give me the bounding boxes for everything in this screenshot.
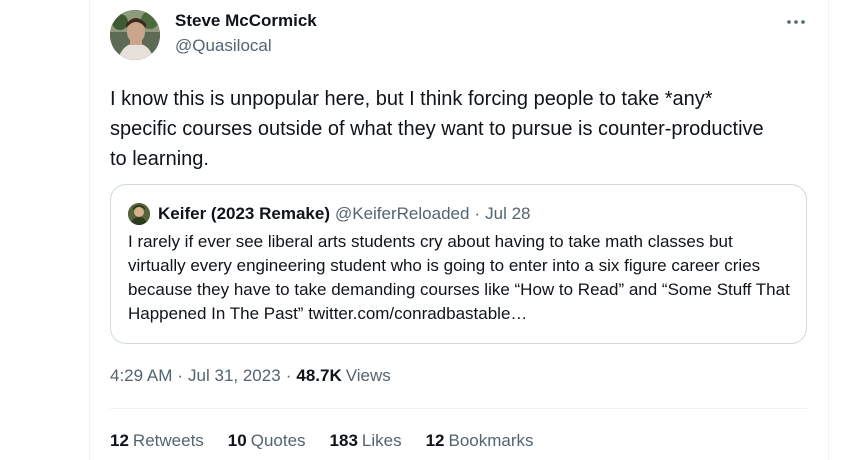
quoted-tweet-date[interactable]: Jul 28	[485, 204, 530, 224]
author-avatar-image	[110, 10, 160, 60]
bookmarks-label: Bookmarks	[448, 431, 534, 450]
separator-dot: ·	[177, 366, 184, 385]
tweet-text: I know this is unpopular here, but I thi…	[110, 88, 764, 170]
stat-likes[interactable]: 183 Likes	[330, 431, 402, 451]
bookmarks-count: 12	[425, 431, 445, 450]
quotes-count: 10	[227, 431, 247, 450]
quoted-tweet-text: I rarely if ever see liberal arts studen…	[128, 232, 790, 323]
stat-retweets[interactable]: 12 Retweets	[110, 431, 204, 451]
engagement-stats: 12 Retweets 10 Quotes 183 Likes 12 Bookmarks	[110, 429, 558, 453]
stat-bookmarks[interactable]: 12 Bookmarks	[426, 431, 534, 451]
author-avatar[interactable]	[110, 10, 160, 60]
views-count[interactable]: 48.7K	[296, 366, 341, 386]
more-options-button[interactable]	[784, 10, 808, 34]
tweet-page: Steve McCormick @Quasilocal I know this …	[0, 0, 863, 460]
quoted-author-handle[interactable]: @KeiferReloaded	[335, 204, 469, 224]
divider	[110, 408, 807, 409]
tweet-meta: 4:29 AM · Jul 31, 2023 · 48.7K Views	[110, 364, 391, 388]
likes-count: 183	[329, 431, 358, 450]
retweets-count: 12	[110, 431, 129, 450]
separator-dot: ·	[285, 366, 292, 385]
quoted-author-name[interactable]: Keifer (2023 Remake)	[158, 204, 330, 224]
quoted-author-avatar-image	[128, 203, 150, 225]
quotes-label: Quotes	[250, 431, 306, 450]
retweets-label: Retweets	[132, 431, 204, 450]
views-label: Views	[345, 366, 391, 385]
tweet-time[interactable]: 4:29 AM	[110, 366, 172, 386]
quoted-tweet-card[interactable]: Keifer (2023 Remake) @KeiferReloaded · J…	[110, 184, 807, 344]
likes-label: Likes	[361, 431, 402, 450]
more-horizontal-icon	[787, 20, 805, 24]
author-name[interactable]: Steve McCormick	[175, 11, 317, 31]
separator-dot: ·	[474, 204, 481, 223]
tweet-date[interactable]: Jul 31, 2023	[188, 366, 281, 386]
author-handle[interactable]: @Quasilocal	[175, 36, 272, 56]
stat-quotes[interactable]: 10 Quotes	[228, 431, 306, 451]
quoted-tweet-header: Keifer (2023 Remake) @KeiferReloaded · J…	[128, 202, 530, 226]
quoted-author-avatar[interactable]	[128, 203, 150, 225]
